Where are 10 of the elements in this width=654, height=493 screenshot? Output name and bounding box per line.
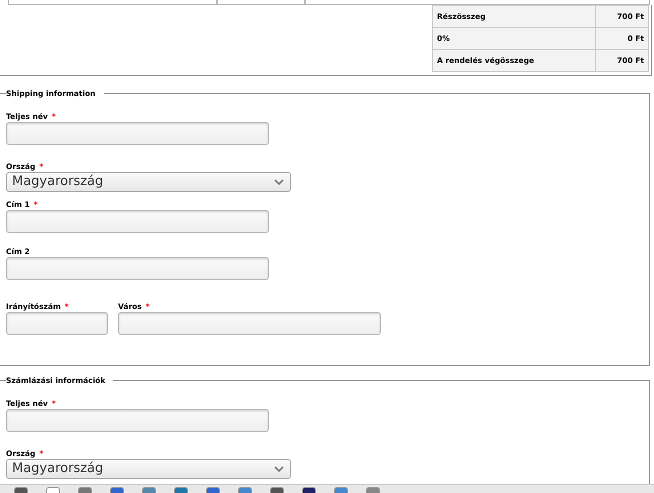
country-select[interactable]: Magyarország (6, 172, 291, 192)
input-field[interactable] (6, 210, 269, 232)
country-select[interactable]: Magyarország (6, 458, 291, 478)
input-field[interactable] (118, 312, 381, 334)
input-field[interactable] (6, 408, 269, 432)
input-field[interactable] (6, 122, 269, 144)
input-field[interactable] (6, 312, 108, 334)
chevron-down-icon (274, 178, 284, 184)
input-field[interactable] (6, 256, 269, 280)
chevron-down-icon (274, 466, 284, 472)
